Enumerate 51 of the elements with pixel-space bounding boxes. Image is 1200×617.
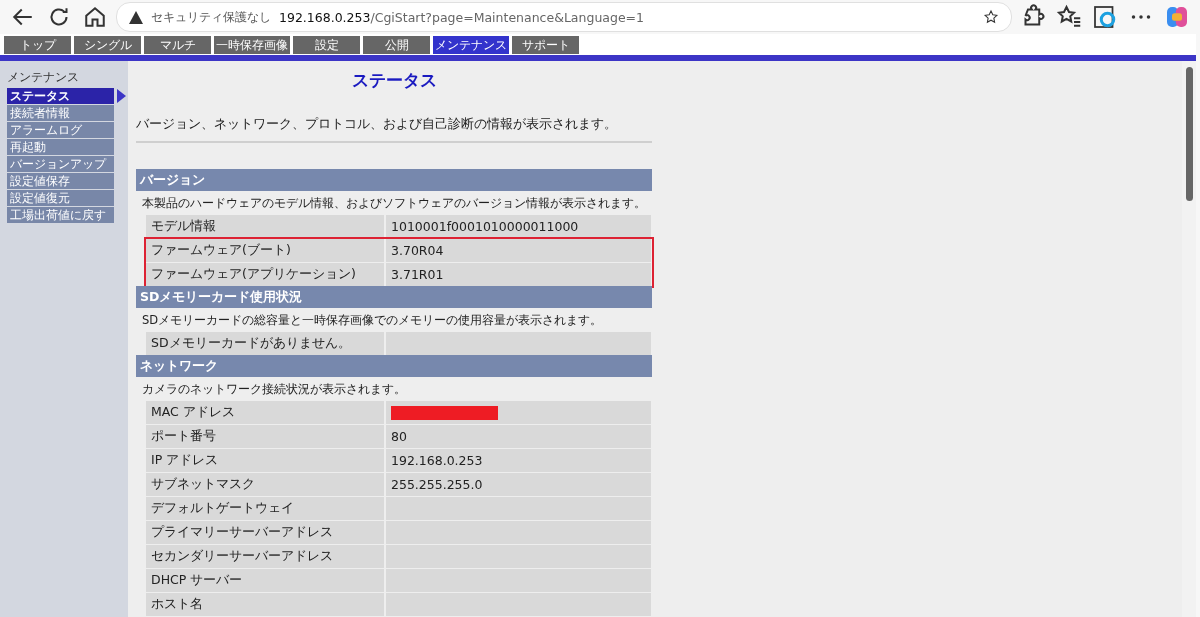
table-cell: ファームウェア(アプリケーション): [146, 263, 384, 286]
page-title: ステータス: [351, 69, 437, 92]
page-description: バージョン、ネットワーク、プロトコル、および自己診断の情報が表示されます。: [136, 116, 652, 143]
table-cell: IP アドレス: [146, 449, 384, 472]
section-description: カメラのネットワーク接続状況が表示されます。: [141, 381, 407, 398]
address-bar[interactable]: セキュリティ保護なし 192.168.0.253/CgiStart?page=Maintenance&Language=1: [116, 2, 1012, 32]
sidebar-item[interactable]: 設定値復元: [7, 190, 114, 206]
table-cell: 80: [386, 425, 651, 448]
table-cell: 1010001f0001010000011000: [386, 215, 651, 238]
warning-icon: [129, 10, 143, 24]
table-cell: 192.168.0.253: [386, 449, 651, 472]
sidebar-item[interactable]: バージョンアップ: [7, 156, 114, 172]
sidebar-item[interactable]: ステータス: [7, 88, 114, 104]
table-cell: プライマリーサーバーアドレス: [146, 521, 384, 544]
sidebar-item[interactable]: 工場出荷値に戻す: [7, 207, 114, 223]
nav-tab[interactable]: メンテナンス: [433, 36, 509, 54]
nav-tab[interactable]: 公開: [363, 36, 430, 54]
sidebar-title: メンテナンス: [7, 69, 80, 86]
table-cell: セカンダリーサーバーアドレス: [146, 545, 384, 568]
table-cell: モデル情報: [146, 215, 384, 238]
table-cell: ホスト名: [146, 593, 384, 616]
pointer-icon: [117, 89, 126, 103]
scrollbar[interactable]: [1182, 61, 1196, 617]
nav-tab[interactable]: 一時保存画像: [214, 36, 290, 54]
sidebar-item[interactable]: アラームログ: [7, 122, 114, 138]
table-cell: サブネットマスク: [146, 473, 384, 496]
sidebar-item[interactable]: 再起動: [7, 139, 114, 155]
table-cell: DHCP サーバー: [146, 569, 384, 592]
url-text: 192.168.0.253/CgiStart?page=Maintenance&Language=1: [279, 9, 645, 25]
nav-tab[interactable]: サポート: [512, 36, 579, 54]
section-description: 本製品のハードウェアのモデル情報、およびソフトウェアのバージョン情報が表示されます。: [141, 195, 647, 212]
sidebar-item[interactable]: 接続者情報: [7, 105, 114, 121]
nav-tab[interactable]: シングル: [74, 36, 141, 54]
star-icon[interactable]: [983, 9, 999, 25]
security-label: セキュリティ保護なし: [151, 9, 271, 25]
table-cell: ファームウェア(ブート): [146, 239, 384, 262]
section-header: バージョン: [136, 169, 652, 191]
section-description: SDメモリーカードの総容量と一時保存画像でのメモリーの使用容量が表示されます。: [141, 312, 604, 329]
table-cell: SDメモリーカードがありません。: [146, 332, 384, 355]
table-cell: 255.255.255.0: [386, 473, 651, 496]
section-header: SDメモリーカード使用状況: [136, 286, 652, 308]
nav-tab[interactable]: 設定: [293, 36, 360, 54]
section-header: ネットワーク: [136, 355, 652, 377]
sidebar-item[interactable]: 設定値保存: [7, 173, 114, 189]
table-cell: ポート番号: [146, 425, 384, 448]
table-cell: 3.70R04: [386, 239, 651, 262]
nav-tab[interactable]: トップ: [4, 36, 71, 54]
nav-tab[interactable]: マルチ: [144, 36, 211, 54]
table-cell: MAC アドレス: [146, 401, 384, 424]
table-cell: デフォルトゲートウェイ: [146, 497, 384, 520]
table-cell: 3.71R01: [386, 263, 651, 286]
